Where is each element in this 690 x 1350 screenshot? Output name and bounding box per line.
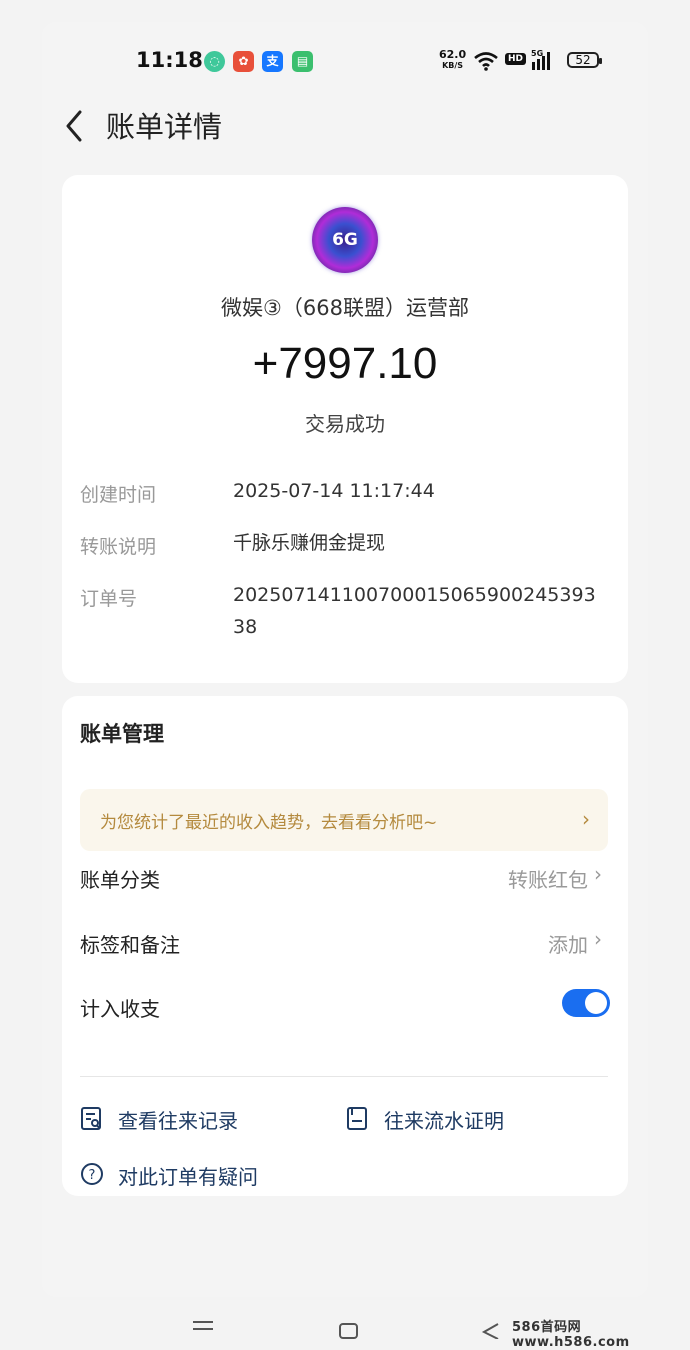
status-time: 11:18 <box>136 48 203 72</box>
transfer-note-value: 千脉乐赚佣金提现 <box>233 532 386 554</box>
net-speed: 62.0 KB/S <box>439 49 466 71</box>
status-bar: 11:18 ◌ ✿ 支 ▤ 62.0 KB/S HD 5G 52 <box>42 22 648 102</box>
transaction-amount: +7997.10 <box>252 339 438 388</box>
bill-category-value[interactable]: 转账红包 <box>508 864 588 893</box>
battery-indicator: 52 <box>567 52 602 68</box>
bill-manage-card: 账单管理 为您统计了最近的收入趋势，去看看分析吧~ › 账单分类 转账红包 › … <box>62 696 628 1196</box>
hd-badge: HD <box>505 53 527 65</box>
chat-app-icon: ◌ <box>204 51 225 72</box>
payee-name: 微娱③（668联盟）运营部 <box>221 296 469 320</box>
order-number-label: 订单号 <box>80 588 138 610</box>
bill-category-label: 账单分类 <box>80 868 160 892</box>
chevron-right-icon: › <box>594 927 602 951</box>
chevron-right-icon: › <box>594 862 602 886</box>
count-income-label: 计入收支 <box>80 997 160 1021</box>
wifi-icon <box>474 52 498 71</box>
order-question-link[interactable]: 对此订单有疑问 <box>118 1161 258 1190</box>
flow-proof-link[interactable]: 往来流水证明 <box>384 1105 504 1134</box>
svg-text:5G: 5G <box>531 49 543 58</box>
alipay-icon: 支 <box>262 51 283 72</box>
order-number-value: 20250714110070001506590024539338 <box>233 584 596 638</box>
income-trend-banner[interactable]: 为您统计了最近的收入趋势，去看看分析吧~ › <box>80 789 608 851</box>
net-speed-unit: KB/S <box>442 61 464 70</box>
income-trend-tip: 为您统计了最近的收入趋势，去看看分析吧~ <box>100 813 438 833</box>
red-app-icon: ✿ <box>233 51 254 72</box>
toggle-knob <box>585 992 607 1014</box>
transaction-card: 6G 微娱③（668联盟）运营部 +7997.10 交易成功 创建时间 2025… <box>62 175 628 683</box>
view-records-link[interactable]: 查看往来记录 <box>118 1105 238 1134</box>
created-time-label: 创建时间 <box>80 484 157 506</box>
payee-avatar: 6G <box>312 207 378 273</box>
divider <box>80 1076 608 1077</box>
proof-icon <box>347 1107 367 1130</box>
svg-text:?: ? <box>89 1168 96 1183</box>
back-nav-icon[interactable] <box>480 1320 502 1339</box>
signal-icon: 5G <box>531 49 550 70</box>
page-title: 账单详情 <box>106 110 223 144</box>
chevron-right-icon: › <box>582 807 590 831</box>
records-icon <box>81 1107 101 1130</box>
bill-manage-title: 账单管理 <box>80 722 164 746</box>
phone-screen: 11:18 ◌ ✿ 支 ▤ 62.0 KB/S HD 5G 52 账单详情 6G <box>42 22 648 1297</box>
back-button[interactable] <box>62 106 92 146</box>
transfer-note-label: 转账说明 <box>80 536 157 558</box>
tags-notes-label: 标签和备注 <box>80 933 180 957</box>
home-nav-icon[interactable] <box>338 1320 360 1339</box>
menu-nav-icon[interactable] <box>192 1320 214 1334</box>
count-income-toggle[interactable] <box>562 989 610 1017</box>
transaction-status: 交易成功 <box>305 412 385 436</box>
created-time-value: 2025-07-14 11:17:44 <box>233 480 435 502</box>
question-icon: ? <box>81 1163 103 1185</box>
tags-notes-value[interactable]: 添加 <box>548 929 588 958</box>
watermark: 586首码网 www.h586.com <box>512 1320 630 1350</box>
android-app-icon: ▤ <box>292 51 313 72</box>
